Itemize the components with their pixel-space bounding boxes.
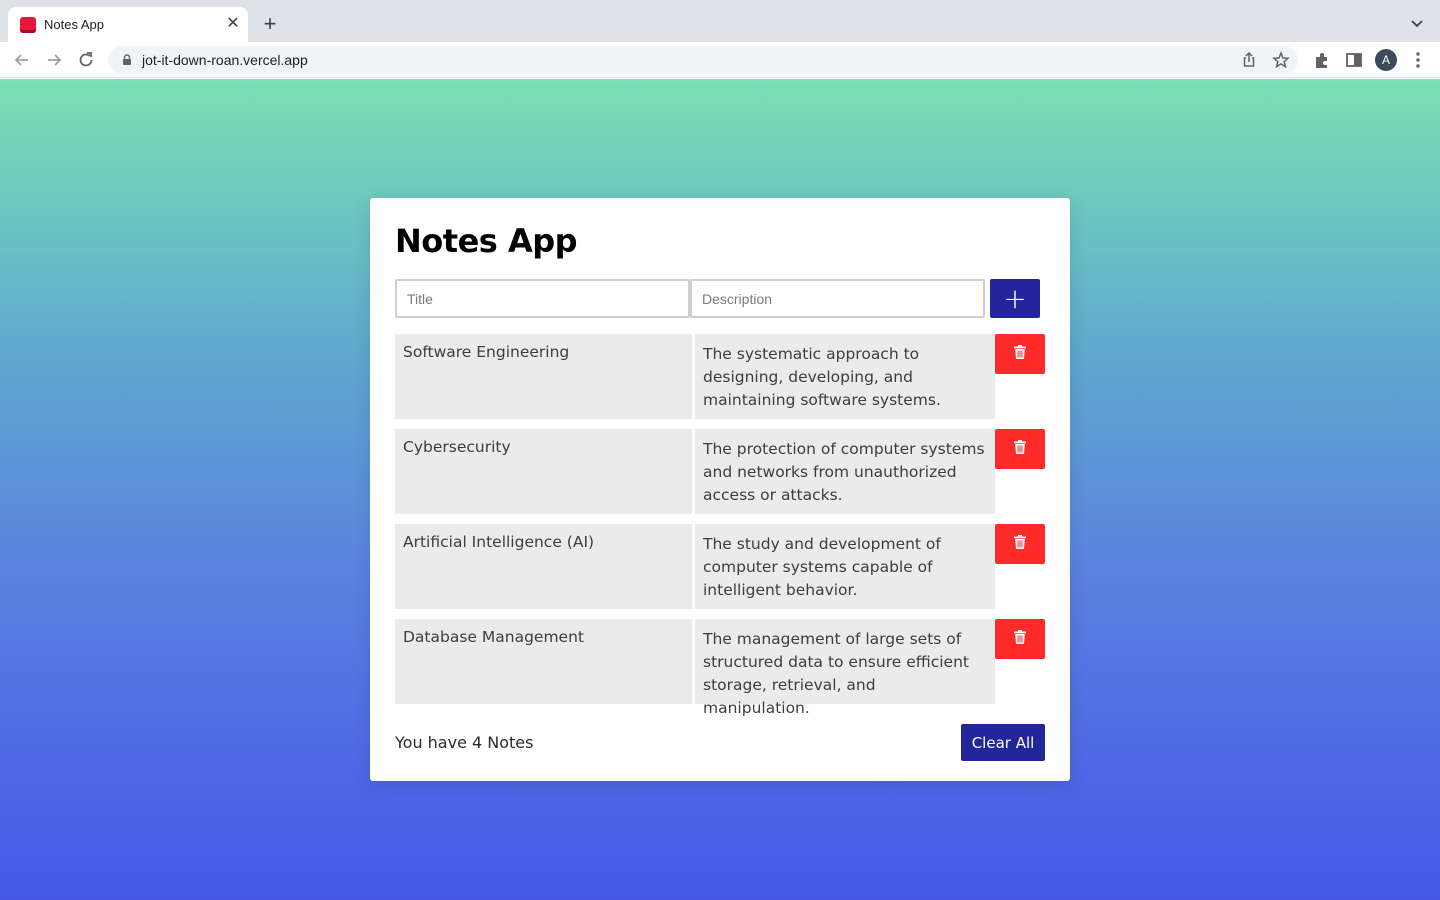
browser-toolbar: jot-it-down-roan.vercel.app A — [0, 42, 1440, 78]
profile-avatar[interactable]: A — [1375, 49, 1397, 71]
note-description: The management of large sets of structur… — [695, 619, 995, 717]
description-input[interactable] — [690, 279, 985, 318]
trash-icon — [1014, 535, 1026, 549]
note-description: The systematic approach to designing, de… — [695, 334, 995, 419]
note-row: Software Engineering The systematic appr… — [395, 334, 1045, 419]
forward-arrow-icon[interactable] — [43, 49, 65, 71]
address-bar[interactable]: jot-it-down-roan.vercel.app — [108, 46, 1298, 74]
close-tab-icon[interactable]: ✕ — [224, 15, 242, 33]
note-title: Artificial Intelligence (AI) — [395, 524, 692, 609]
note-title: Cybersecurity — [395, 429, 692, 514]
browser-tab-bar: Notes App ✕ + — [0, 0, 1440, 42]
new-tab-icon[interactable]: + — [258, 12, 282, 36]
lock-icon — [123, 54, 131, 65]
note-row: Cybersecurity The protection of computer… — [395, 429, 1045, 514]
browser-tab[interactable]: Notes App ✕ — [8, 7, 248, 42]
notes-card: Notes App + Software Engineering The sys… — [370, 198, 1070, 781]
chevron-down-icon[interactable] — [1406, 12, 1428, 34]
share-icon[interactable] — [1239, 50, 1259, 70]
delete-note-button[interactable] — [995, 429, 1045, 469]
trash-icon — [1014, 440, 1026, 454]
notes-count: You have 4 Notes — [395, 733, 534, 752]
app-favicon-icon — [20, 17, 36, 33]
kebab-menu-icon[interactable] — [1407, 49, 1429, 71]
title-input[interactable] — [395, 279, 690, 318]
note-description: The study and development of computer sy… — [695, 524, 995, 609]
star-icon[interactable] — [1271, 50, 1291, 70]
reload-icon[interactable] — [75, 49, 97, 71]
page-viewport: Notes App + Software Engineering The sys… — [0, 79, 1440, 900]
url-text: jot-it-down-roan.vercel.app — [142, 52, 308, 68]
delete-note-button[interactable] — [995, 619, 1045, 659]
extensions-icon[interactable] — [1311, 49, 1333, 71]
add-note-button[interactable]: + — [990, 279, 1040, 318]
trash-icon — [1014, 630, 1026, 644]
delete-note-button[interactable] — [995, 334, 1045, 374]
page-title: Notes App — [395, 222, 578, 260]
delete-note-button[interactable] — [995, 524, 1045, 564]
note-title: Database Management — [395, 619, 692, 704]
note-title: Software Engineering — [395, 334, 692, 419]
trash-icon — [1014, 345, 1026, 359]
note-row: Database Management The management of la… — [395, 619, 1045, 717]
note-row: Artificial Intelligence (AI) The study a… — [395, 524, 1045, 609]
clear-all-button[interactable]: Clear All — [961, 724, 1045, 761]
tab-title: Notes App — [44, 17, 104, 32]
side-panel-icon[interactable] — [1343, 49, 1365, 71]
back-arrow-icon[interactable] — [11, 49, 33, 71]
note-description: The protection of computer systems and n… — [695, 429, 995, 514]
